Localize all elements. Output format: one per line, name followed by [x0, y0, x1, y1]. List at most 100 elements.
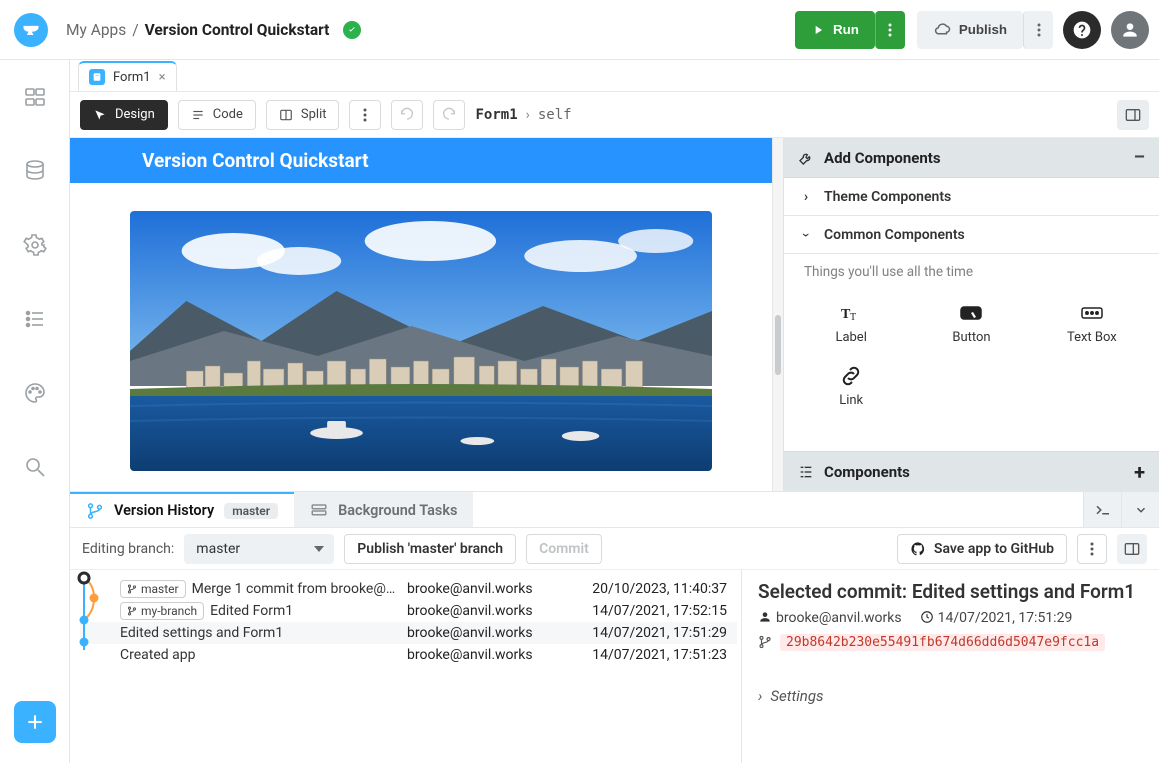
commit-date: 14/07/2021, 17:52:15	[577, 603, 727, 619]
breadcrumb: My Apps / Version Control Quickstart	[66, 21, 361, 39]
undo-button[interactable]	[391, 100, 423, 130]
tab-close-button[interactable]: ×	[159, 70, 166, 85]
layout-toggle-button[interactable]	[1117, 534, 1147, 564]
canvas-scrollbar[interactable]	[773, 138, 783, 491]
publish-branch-button[interactable]: Publish 'master' branch	[344, 534, 516, 564]
account-button[interactable]	[1111, 11, 1149, 49]
tab-version-history[interactable]: Version History master	[70, 492, 294, 527]
tree-icon	[798, 464, 814, 480]
plus-icon[interactable]: +	[1134, 460, 1145, 484]
run-menu-button[interactable]	[875, 11, 905, 49]
commit-row[interactable]: master Merge 1 commit from brooke@… broo…	[80, 578, 737, 600]
nav-list[interactable]	[20, 304, 50, 334]
commit-author: brooke@anvil.works	[407, 581, 577, 597]
view-design-button[interactable]: Design	[80, 100, 168, 130]
form-image	[130, 211, 712, 471]
detail-date: 14/07/2021, 17:51:29	[920, 610, 1073, 626]
breadcrumb-sep: /	[132, 21, 138, 39]
tab-form1[interactable]: Form1 ×	[78, 61, 177, 91]
component-label[interactable]: TT Label	[792, 294, 910, 355]
kebab-icon	[363, 108, 367, 122]
common-components-section[interactable]: › Common Components	[784, 216, 1159, 254]
detail-settings-accordion[interactable]: › Settings	[758, 687, 1143, 705]
nav-search[interactable]	[20, 452, 50, 482]
play-icon	[811, 23, 825, 37]
commit-detail-pane: Selected commit: Edited settings and For…	[741, 570, 1159, 763]
nav-database[interactable]	[20, 156, 50, 186]
branch-icon	[758, 635, 772, 649]
breadcrumb-app-name[interactable]: Version Control Quickstart	[145, 21, 330, 39]
chevron-right-icon: ›	[526, 107, 530, 123]
nav-theme[interactable]	[20, 378, 50, 408]
panel-icon	[1125, 108, 1141, 122]
section-hint: Things you'll use all the time	[784, 254, 1159, 290]
chevron-down-icon	[1134, 503, 1148, 517]
kebab-icon	[1090, 542, 1094, 556]
github-menu-button[interactable]	[1077, 534, 1107, 564]
component-textbox[interactable]: Text Box	[1033, 294, 1151, 355]
topbar: My Apps / Version Control Quickstart Run…	[0, 0, 1159, 60]
toggle-right-panel-button[interactable]	[1117, 100, 1149, 130]
tab-label: Form1	[113, 70, 151, 85]
view-more-button[interactable]	[349, 100, 381, 130]
bottom-panel: Version History master Background Tasks …	[70, 491, 1159, 763]
breadcrumb-root[interactable]: My Apps	[66, 21, 126, 39]
commit-list[interactable]: master Merge 1 commit from brooke@… broo…	[70, 570, 741, 763]
branch-dropdown[interactable]: master	[184, 534, 334, 564]
redo-icon	[441, 107, 457, 123]
nav-settings[interactable]	[20, 230, 50, 260]
link-icon	[839, 365, 863, 387]
save-to-github-button[interactable]: Save app to GitHub	[897, 534, 1067, 564]
form-icon	[89, 69, 105, 85]
plus-icon	[25, 712, 45, 732]
publish-menu-button[interactable]	[1023, 11, 1053, 49]
commit-row[interactable]: my-branch Edited Form1 brooke@anvil.work…	[80, 600, 737, 622]
editor-toolbar: Design Code Split	[70, 92, 1159, 138]
branch-icon	[86, 502, 104, 520]
github-icon	[910, 541, 926, 557]
view-split-button[interactable]: Split	[266, 100, 340, 130]
theme-components-section[interactable]: › Theme Components	[784, 178, 1159, 216]
publish-button[interactable]: Publish	[917, 11, 1023, 49]
commit-hash[interactable]: 29b8642b230e55491fb674d66dd6d5047e9fcc1a	[780, 634, 1105, 651]
commit-message: Merge 1 commit from brooke@…	[192, 581, 396, 597]
collapse-icon[interactable]: –	[1134, 147, 1145, 168]
list-icon	[191, 108, 205, 122]
branch-chip-master: master	[120, 580, 186, 598]
components-tree-header[interactable]: Components +	[784, 451, 1159, 491]
textbox-icon	[1080, 302, 1104, 324]
view-code-button[interactable]: Code	[178, 100, 256, 130]
commit-row[interactable]: Created app brooke@anvil.works 14/07/202…	[80, 644, 737, 666]
redo-button[interactable]	[433, 100, 465, 130]
sync-status-icon[interactable]	[343, 21, 361, 39]
add-components-header[interactable]: Add Components –	[784, 138, 1159, 178]
file-tabs: Form1 ×	[70, 60, 1159, 92]
button-icon	[959, 302, 983, 324]
wrench-icon	[798, 150, 814, 166]
component-button[interactable]: Button	[912, 294, 1030, 355]
crumb-self: self	[538, 107, 572, 123]
editing-branch-label: Editing branch:	[82, 541, 174, 557]
detail-author: brooke@anvil.works	[758, 610, 902, 626]
crumb-form[interactable]: Form1	[475, 107, 517, 123]
collapse-bottom-button[interactable]	[1121, 492, 1159, 527]
design-canvas[interactable]: Version Control Quickstart	[70, 138, 773, 491]
form-title-bar: Version Control Quickstart	[70, 138, 772, 183]
commit-row[interactable]: Edited settings and Form1 brooke@anvil.w…	[80, 622, 737, 644]
component-link[interactable]: Link	[792, 357, 910, 418]
tab-background-tasks[interactable]: Background Tasks	[294, 492, 473, 527]
cloud-icon	[933, 23, 951, 37]
console-button[interactable]	[1083, 492, 1121, 527]
component-grid: TT Label Button Text Box Link	[784, 290, 1159, 432]
help-button[interactable]	[1063, 11, 1101, 49]
branch-toolbar: Editing branch: master Publish 'master' …	[70, 528, 1159, 570]
question-icon	[1072, 20, 1092, 40]
commit-button[interactable]: Commit	[526, 534, 602, 564]
chevron-right-icon: ›	[758, 687, 762, 705]
form-body	[70, 183, 772, 491]
nav-app-browser[interactable]	[20, 82, 50, 112]
nav-add-button[interactable]	[14, 701, 56, 743]
app-logo[interactable]	[14, 13, 48, 47]
run-button[interactable]: Run	[795, 11, 875, 49]
chevron-down-icon: ›	[798, 227, 814, 243]
